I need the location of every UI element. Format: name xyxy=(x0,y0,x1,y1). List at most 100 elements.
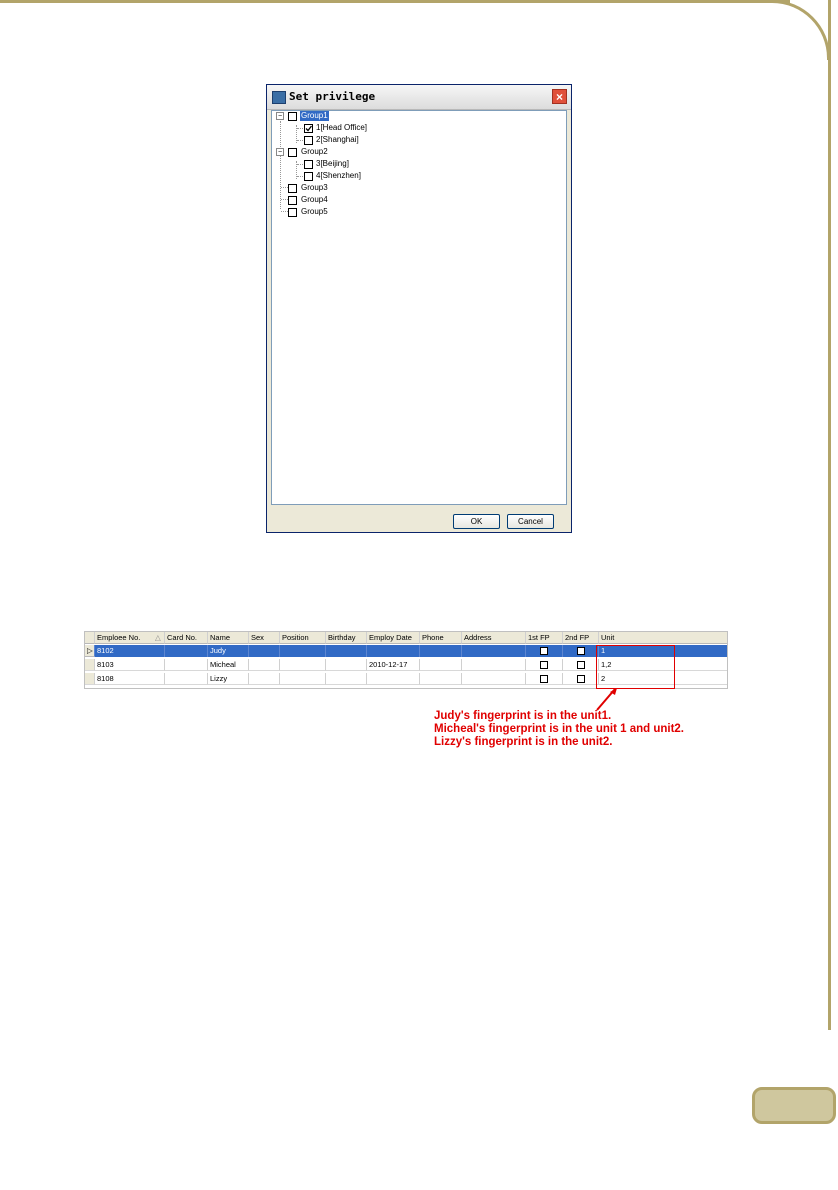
dialog-title: Set privilege xyxy=(289,90,376,103)
column-header-2nd-fp[interactable]: 2nd FP xyxy=(563,632,599,644)
column-header-position[interactable]: Position xyxy=(280,632,326,644)
column-header-phone[interactable]: Phone xyxy=(420,632,462,644)
close-button[interactable]: × xyxy=(552,89,567,104)
head-office-checkbox[interactable] xyxy=(304,124,313,133)
cell-address[interactable] xyxy=(462,659,526,671)
beijing-checkbox[interactable] xyxy=(304,160,313,169)
tree-item-beijing[interactable]: 3[Beijing] xyxy=(272,159,472,171)
set-privilege-dialog: Set privilege × − Group1 1[Head Office] xyxy=(266,84,572,533)
column-header-label: Emploee No. xyxy=(97,633,141,642)
shenzhen-checkbox[interactable] xyxy=(304,172,313,181)
collapse-icon[interactable]: − xyxy=(276,148,284,156)
cell-1st-fp[interactable] xyxy=(526,659,563,671)
group5-checkbox[interactable] xyxy=(288,208,297,217)
cell-birthday[interactable] xyxy=(326,645,367,657)
tree-item-shanghai[interactable]: 2[Shanghai] xyxy=(272,135,472,147)
callout-line: Lizzy's fingerprint is in the unit2. xyxy=(434,736,613,748)
privilege-tree[interactable]: − Group1 1[Head Office] 2[Shanghai] − Gr… xyxy=(271,110,567,505)
column-header-sex[interactable]: Sex xyxy=(249,632,280,644)
2nd-fp-checkbox[interactable] xyxy=(577,647,585,655)
shanghai-checkbox[interactable] xyxy=(304,136,313,145)
tree-item-group2[interactable]: − Group2 xyxy=(272,147,472,159)
cell-emp-no[interactable]: 8103 xyxy=(95,659,165,671)
cell-address[interactable] xyxy=(462,673,526,685)
cell-birthday[interactable] xyxy=(326,659,367,671)
group1-checkbox[interactable] xyxy=(288,112,297,121)
tree-item-label: Group5 xyxy=(301,207,328,216)
1st-fp-checkbox[interactable] xyxy=(540,647,548,655)
cell-sex[interactable] xyxy=(249,659,280,671)
cell-name[interactable]: Lizzy xyxy=(208,673,249,685)
column-header-address[interactable]: Address xyxy=(462,632,526,644)
cell-name[interactable]: Micheal xyxy=(208,659,249,671)
1st-fp-checkbox[interactable] xyxy=(540,661,548,669)
column-header-1st-fp[interactable]: 1st FP xyxy=(526,632,563,644)
cell-emp-no[interactable]: 8108 xyxy=(95,673,165,685)
cell-address[interactable] xyxy=(462,645,526,657)
tree-item-shenzhen[interactable]: 4[Shenzhen] xyxy=(272,171,472,183)
group2-checkbox[interactable] xyxy=(288,148,297,157)
2nd-fp-checkbox[interactable] xyxy=(577,661,585,669)
cancel-button[interactable]: Cancel xyxy=(507,514,554,529)
cell-employ-date[interactable] xyxy=(367,673,420,685)
column-header-employ-date[interactable]: Employ Date xyxy=(367,632,420,644)
tree-item-label: 1[Head Office] xyxy=(316,123,367,132)
row-header-corner xyxy=(85,632,95,644)
cell-2nd-fp[interactable] xyxy=(563,659,599,671)
tree-item-label: Group2 xyxy=(301,147,328,156)
row-header xyxy=(85,659,95,671)
cell-position[interactable] xyxy=(280,645,326,657)
tree-item-label: 3[Beijing] xyxy=(316,159,349,168)
cell-2nd-fp[interactable] xyxy=(563,645,599,657)
cell-emp-no[interactable]: 8102 xyxy=(95,645,165,657)
tree-item-group5[interactable]: Group5 xyxy=(272,207,472,219)
cell-card-no[interactable] xyxy=(165,659,208,671)
column-header-birthday[interactable]: Birthday xyxy=(326,632,367,644)
ok-button[interactable]: OK xyxy=(453,514,500,529)
cell-sex[interactable] xyxy=(249,645,280,657)
column-header-card-no[interactable]: Card No. xyxy=(165,632,208,644)
cell-card-no[interactable] xyxy=(165,673,208,685)
cell-employ-date[interactable] xyxy=(367,645,420,657)
group3-checkbox[interactable] xyxy=(288,184,297,193)
cell-position[interactable] xyxy=(280,673,326,685)
tree-item-label: Group1 xyxy=(300,111,329,121)
tree-item-group1[interactable]: − Group1 xyxy=(272,111,472,123)
tree-item-head-office[interactable]: 1[Head Office] xyxy=(272,123,472,135)
tree-item-group4[interactable]: Group4 xyxy=(272,195,472,207)
row-header xyxy=(85,673,95,685)
1st-fp-checkbox[interactable] xyxy=(540,675,548,683)
cell-position[interactable] xyxy=(280,659,326,671)
tree-item-label: Group4 xyxy=(301,195,328,204)
cell-birthday[interactable] xyxy=(326,673,367,685)
row-indicator-icon: ▷ xyxy=(85,645,95,657)
cell-sex[interactable] xyxy=(249,673,280,685)
window-icon xyxy=(272,91,286,104)
cell-name[interactable]: Judy xyxy=(208,645,249,657)
column-header-unit[interactable]: Unit xyxy=(599,632,727,644)
cell-1st-fp[interactable] xyxy=(526,673,563,685)
group4-checkbox[interactable] xyxy=(288,196,297,205)
cell-phone[interactable] xyxy=(420,645,462,657)
column-header-name[interactable]: Name xyxy=(208,632,249,644)
check-icon xyxy=(305,125,313,132)
cell-1st-fp[interactable] xyxy=(526,645,563,657)
column-header-emp-no[interactable]: Emploee No. △ xyxy=(95,632,165,644)
collapse-icon[interactable]: − xyxy=(276,112,284,120)
cell-employ-date[interactable]: 2010-12-17 xyxy=(367,659,420,671)
2nd-fp-checkbox[interactable] xyxy=(577,675,585,683)
page-border-top xyxy=(0,0,790,3)
cell-phone[interactable] xyxy=(420,673,462,685)
tree-item-label: 4[Shenzhen] xyxy=(316,171,361,180)
cell-2nd-fp[interactable] xyxy=(563,673,599,685)
tree-item-label: 2[Shanghai] xyxy=(316,135,359,144)
tree-item-group3[interactable]: Group3 xyxy=(272,183,472,195)
page-border-corner xyxy=(770,0,830,60)
tree-item-label: Group3 xyxy=(301,183,328,192)
sort-ascending-icon: △ xyxy=(155,633,161,642)
page-border-right xyxy=(828,0,831,1030)
page-tab xyxy=(752,1087,836,1124)
cell-phone[interactable] xyxy=(420,659,462,671)
unit-highlight-box xyxy=(596,645,675,689)
cell-card-no[interactable] xyxy=(165,645,208,657)
